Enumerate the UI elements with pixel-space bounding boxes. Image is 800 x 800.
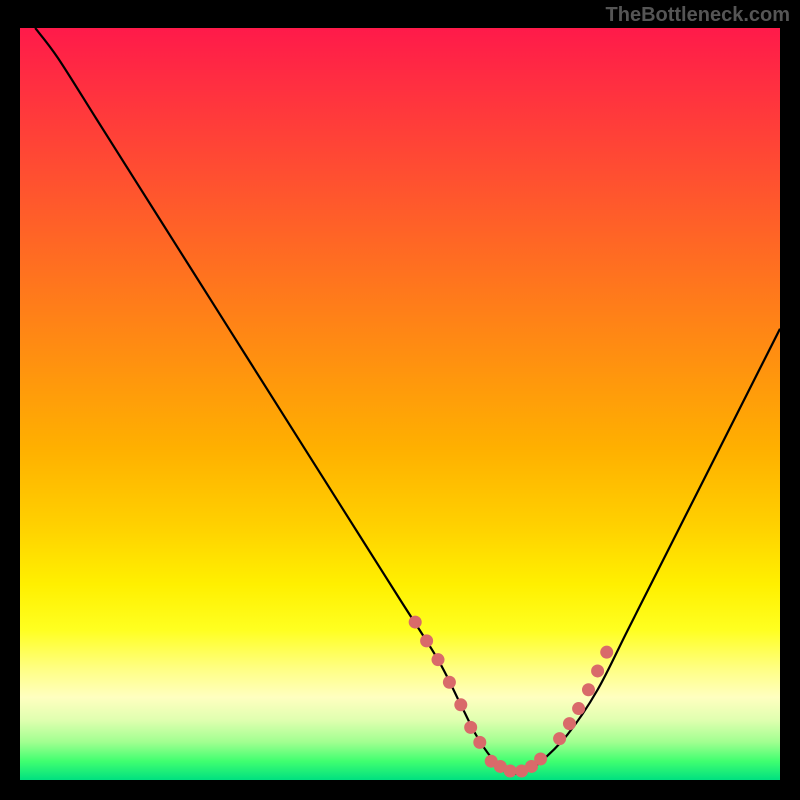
- bottleneck-curve-line: [35, 28, 780, 774]
- chart-svg: [20, 28, 780, 780]
- highlight-marker: [443, 676, 456, 689]
- highlight-marker: [473, 736, 486, 749]
- highlight-marker: [420, 634, 433, 647]
- highlight-marker: [534, 752, 547, 765]
- highlight-marker: [454, 698, 467, 711]
- highlight-marker: [572, 702, 585, 715]
- highlight-marker: [409, 616, 422, 629]
- highlight-marker: [600, 646, 613, 659]
- highlight-marker: [563, 717, 576, 730]
- highlight-marker: [504, 764, 517, 777]
- chart-plot-area: [20, 28, 780, 780]
- highlight-marker: [432, 653, 445, 666]
- watermark-text: TheBottleneck.com: [606, 4, 790, 27]
- highlight-marker: [591, 664, 604, 677]
- highlight-markers: [409, 616, 614, 778]
- highlight-marker: [553, 732, 566, 745]
- highlight-marker: [582, 683, 595, 696]
- highlight-marker: [464, 721, 477, 734]
